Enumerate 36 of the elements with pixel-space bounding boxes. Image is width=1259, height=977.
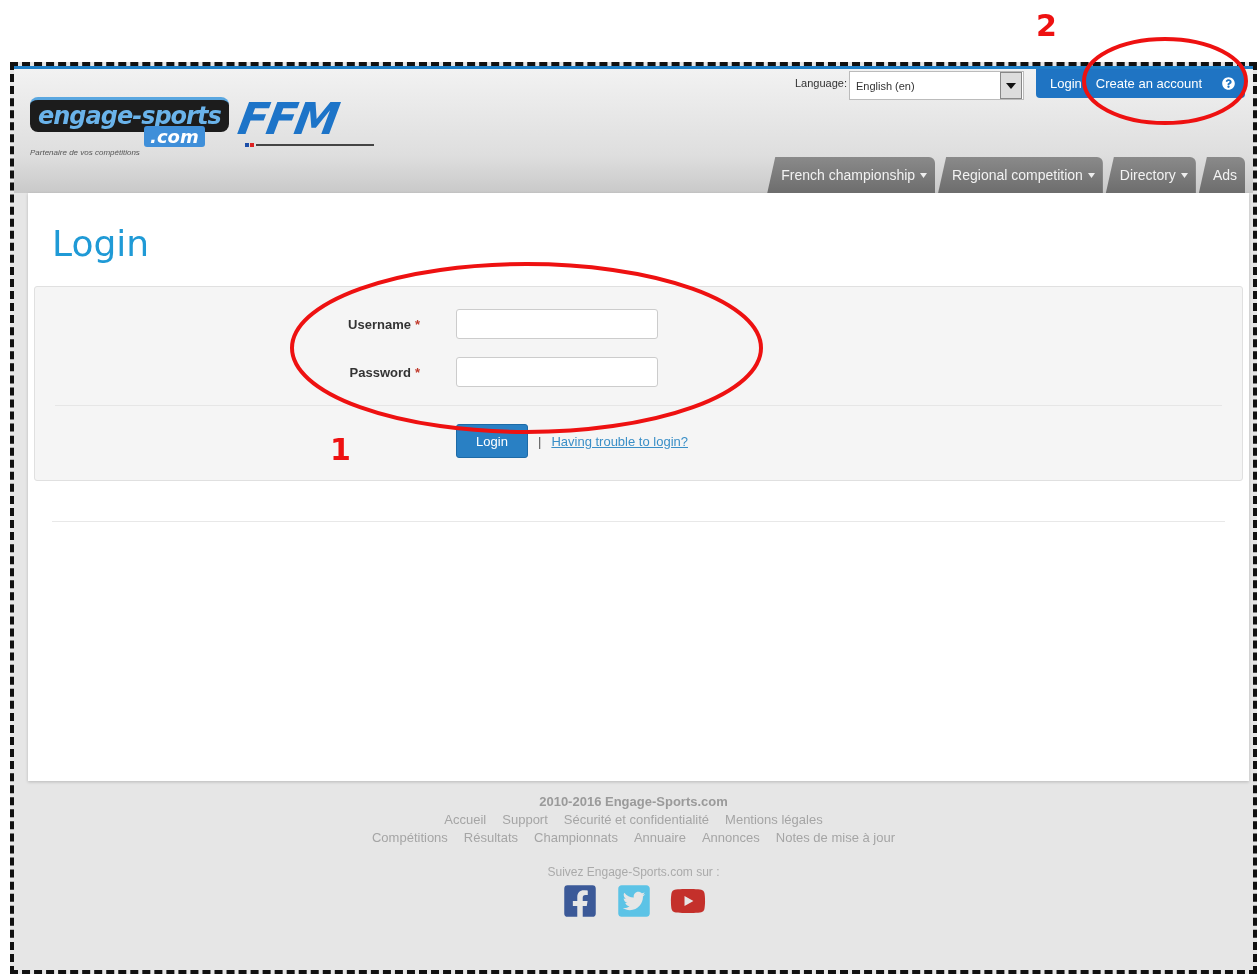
field-label: Password * [348, 364, 420, 380]
footer-link[interactable]: Accueil [444, 812, 487, 827]
help-link[interactable]: Having trouble to login? [551, 433, 688, 449]
facebook-icon[interactable] [561, 883, 598, 919]
help-icon[interactable] [1222, 77, 1235, 90]
logo-stripe-icon [244, 143, 375, 147]
logo-wordmark[interactable]: engage-sports [30, 97, 229, 132]
nav-tab[interactable]: French championship [767, 157, 936, 193]
account-link[interactable]: Create an account [1095, 76, 1202, 91]
language-label: Language: [794, 76, 847, 89]
annotation-number: 2 [1036, 8, 1057, 43]
footer-link[interactable]: Notes de mise à jour [775, 830, 895, 845]
separator: | [538, 433, 542, 449]
annotation-number: 1 [330, 432, 351, 467]
footer-link[interactable]: Support [502, 812, 548, 827]
input-field[interactable] [456, 309, 658, 339]
partner-logo: FFM [234, 97, 343, 141]
footer-link[interactable]: Annonces [701, 830, 760, 845]
footer-link[interactable]: Mentions légales [725, 812, 823, 827]
input-field[interactable] [456, 357, 658, 387]
nav-tab[interactable]: Ads [1198, 157, 1245, 193]
nav-tab[interactable]: Regional competition [938, 157, 1103, 193]
page-title: Login [52, 223, 151, 264]
field-label: Username * [347, 316, 420, 332]
footer-link[interactable]: Sécurité et confidentialité [563, 812, 710, 827]
footer-link[interactable]: Compétitions [372, 830, 448, 845]
footer-link[interactable]: Championnats [534, 830, 618, 845]
logo-tagline: Partenaire de vos compétitions [30, 148, 140, 157]
logo-suffix: .com [144, 126, 205, 147]
nav-tab[interactable]: Directory [1105, 157, 1196, 193]
footer-link[interactable]: Résultats [463, 830, 519, 845]
footer-link[interactable]: Annuaire [633, 830, 686, 845]
follow-text: Suivez Engage-Sports.com sur : [547, 865, 720, 879]
copyright: 2010-2016 Engage-Sports.com [539, 794, 728, 809]
language-select[interactable]: English (en) [848, 71, 1024, 100]
account-link[interactable]: Login [1049, 76, 1082, 91]
